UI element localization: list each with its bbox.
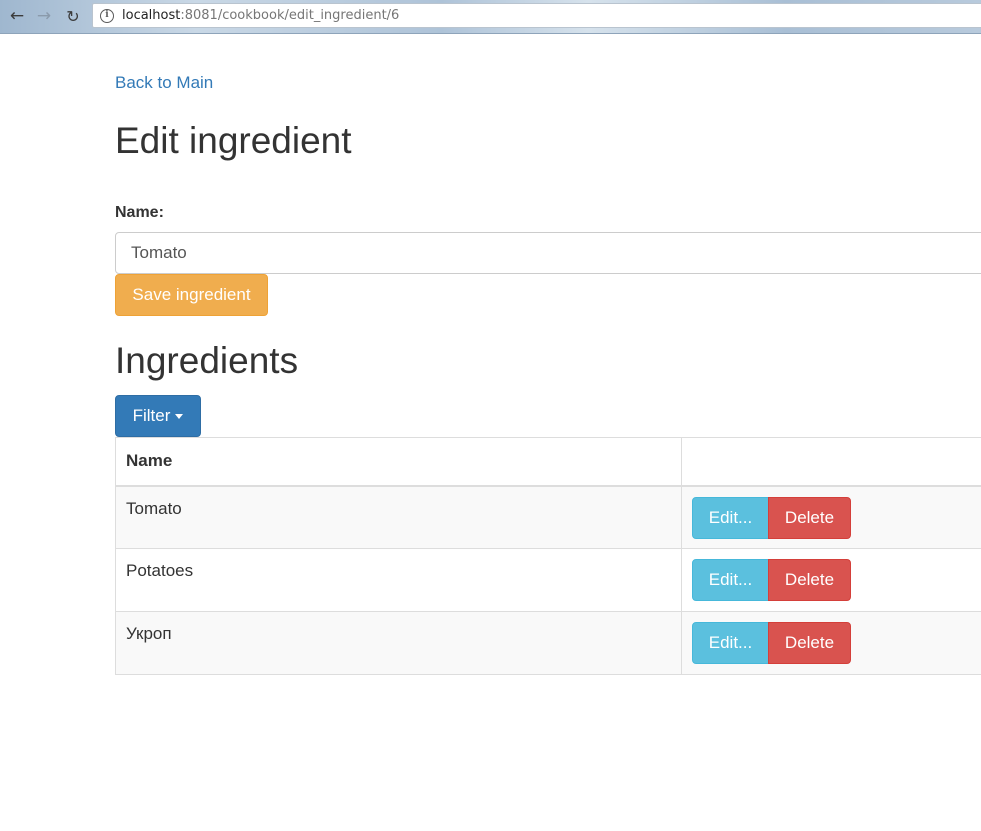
edit-button[interactable]: Edit... bbox=[692, 622, 769, 664]
table-header-row: Name bbox=[115, 437, 981, 487]
row-actions: Edit... Delete bbox=[692, 622, 981, 664]
actions-cell: Edit... Delete bbox=[681, 485, 981, 549]
delete-button[interactable]: Delete bbox=[768, 559, 851, 601]
row-actions: Edit... Delete bbox=[692, 559, 981, 601]
table-row: Potatoes Edit... Delete bbox=[115, 548, 981, 612]
caret-down-icon bbox=[175, 413, 184, 419]
url-host: localhost bbox=[122, 8, 181, 23]
back-to-main-link[interactable]: Back to Main bbox=[115, 73, 213, 93]
url-text: localhost:8081/cookbook/edit_ingredient/… bbox=[122, 8, 399, 23]
browser-toolbar: ← → ↻ i localhost:8081/cookbook/edit_ing… bbox=[0, 0, 981, 34]
page-title: Edit ingredient bbox=[115, 120, 352, 161]
address-bar[interactable]: i localhost:8081/cookbook/edit_ingredien… bbox=[92, 3, 981, 28]
name-label: Name: bbox=[115, 204, 164, 221]
forward-arrow-icon[interactable]: → bbox=[32, 4, 56, 28]
ingredients-heading: Ingredients bbox=[115, 340, 299, 381]
row-actions: Edit... Delete bbox=[692, 496, 981, 539]
save-ingredient-button[interactable]: Save ingredient bbox=[115, 274, 268, 316]
info-icon[interactable]: i bbox=[100, 8, 114, 23]
url-path: :8081/cookbook/edit_ingredient/6 bbox=[180, 8, 400, 23]
ingredient-name-cell: Укроп bbox=[115, 611, 682, 675]
ingredient-name-cell: Tomato bbox=[115, 485, 682, 549]
table-row: Укроп Edit... Delete bbox=[115, 611, 981, 675]
filter-dropdown-button[interactable]: Filter bbox=[115, 395, 201, 437]
column-header-name: Name bbox=[115, 437, 682, 487]
column-header-actions bbox=[681, 437, 981, 487]
name-input[interactable] bbox=[115, 232, 981, 274]
table-row: Tomato Edit... Delete bbox=[115, 485, 981, 549]
edit-button[interactable]: Edit... bbox=[692, 559, 769, 601]
ingredients-table: Name Tomato Edit... Delete Potatoes Edit… bbox=[115, 437, 981, 675]
actions-cell: Edit... Delete bbox=[681, 548, 981, 612]
actions-cell: Edit... Delete bbox=[681, 611, 981, 675]
back-arrow-icon[interactable]: ← bbox=[5, 4, 29, 28]
filter-button-label: Filter bbox=[132, 406, 171, 425]
reload-icon[interactable]: ↻ bbox=[61, 4, 85, 28]
delete-button[interactable]: Delete bbox=[768, 496, 851, 539]
ingredient-name-cell: Potatoes bbox=[115, 548, 682, 612]
edit-button[interactable]: Edit... bbox=[692, 496, 769, 539]
delete-button[interactable]: Delete bbox=[768, 622, 851, 664]
